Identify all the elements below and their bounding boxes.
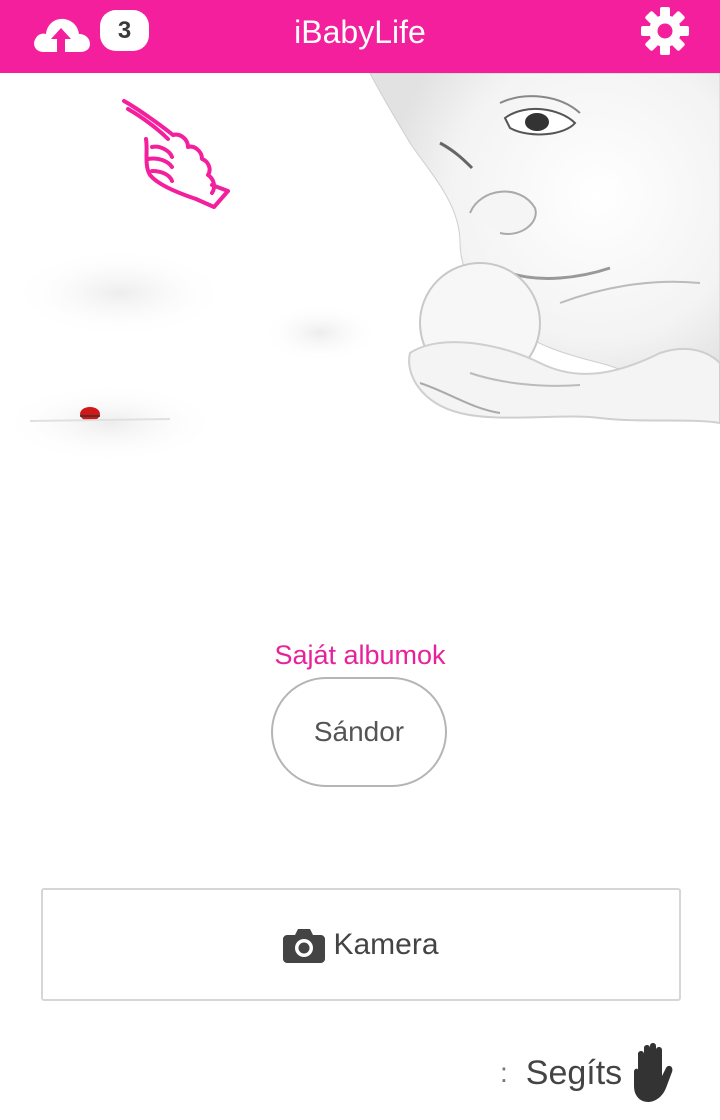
- app-title: iBabyLife: [294, 14, 426, 50]
- album-button-sandor[interactable]: Sándor: [271, 677, 447, 787]
- own-albums-label: Saját albumok: [274, 640, 446, 670]
- help-label: Segíts: [525, 1053, 623, 1092]
- hero-baby-image: [0, 73, 720, 503]
- settings-button[interactable]: [640, 6, 690, 56]
- app-bar: 3 iBabyLife: [0, 0, 720, 73]
- help-button[interactable]: : Segíts: [500, 1040, 680, 1106]
- camera-icon: [283, 927, 326, 963]
- camera-button[interactable]: Kamera: [41, 888, 681, 1001]
- pointing-hand-icon: [118, 95, 233, 215]
- gear-icon: [640, 6, 690, 56]
- separator-dot: :: [500, 1057, 508, 1088]
- hand-icon: [624, 1042, 680, 1104]
- camera-label: Kamera: [333, 927, 439, 961]
